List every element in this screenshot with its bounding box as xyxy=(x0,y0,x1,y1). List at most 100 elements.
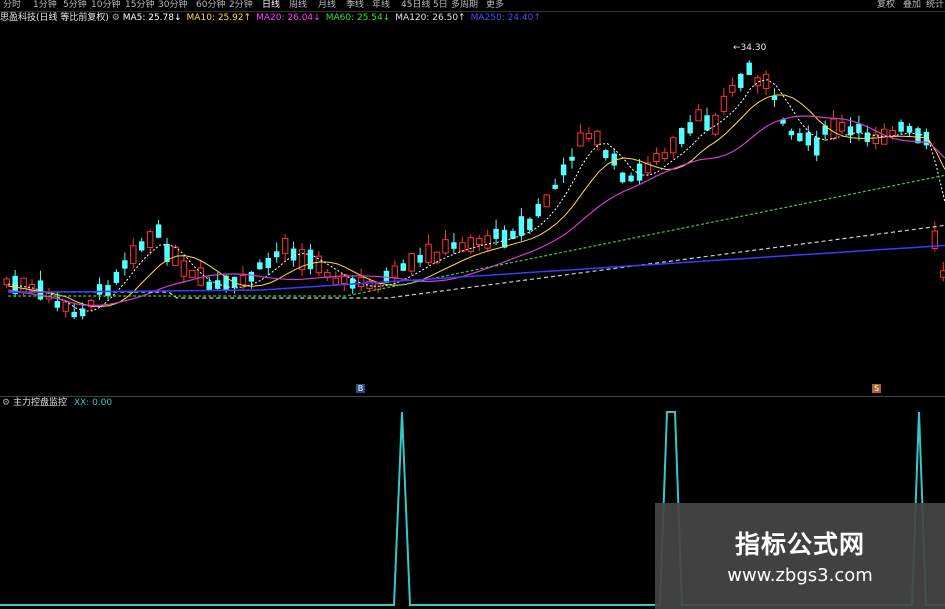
period-tab-15[interactable]: 多周期 xyxy=(451,0,478,11)
candle xyxy=(628,172,634,183)
candle xyxy=(814,130,820,162)
buy-marker[interactable]: B xyxy=(356,384,365,393)
candle xyxy=(695,104,702,122)
candle xyxy=(661,147,669,162)
candle xyxy=(265,252,271,276)
period-tab-11[interactable]: 季线 xyxy=(346,0,364,11)
candle xyxy=(307,244,314,275)
candle xyxy=(720,87,728,115)
toolbar-right-item-1[interactable]: 叠加 xyxy=(903,0,921,11)
candle xyxy=(864,125,871,147)
candle xyxy=(619,171,626,184)
candle xyxy=(180,254,188,284)
period-tab-13[interactable]: 45日线 xyxy=(401,0,430,11)
ma-legend-item-1: MA10: 25.92↑ xyxy=(186,13,252,23)
candle xyxy=(274,242,280,263)
candle xyxy=(856,115,862,141)
candle xyxy=(585,127,593,142)
period-tab-4[interactable]: 15分钟 xyxy=(125,0,154,11)
candle xyxy=(510,228,516,240)
watermark-url: www.zbgs3.com xyxy=(727,565,873,586)
candle xyxy=(400,259,406,272)
candle xyxy=(644,155,652,177)
candle xyxy=(762,70,770,96)
candle xyxy=(315,251,323,277)
candle xyxy=(906,123,913,137)
candle xyxy=(830,110,837,141)
period-tab-12[interactable]: 年线 xyxy=(372,0,390,11)
candle xyxy=(822,120,828,141)
candle xyxy=(838,114,846,134)
candle xyxy=(931,221,939,252)
ma-legend: 思盈科技(日线 等比前复权) ⚙ MA5: 25.78↓ MA10: 25.92↑… xyxy=(0,12,546,24)
candle xyxy=(155,219,162,239)
settings-icon[interactable]: ⚙ xyxy=(112,13,123,23)
period-tab-16[interactable]: 更多 xyxy=(486,0,504,11)
candle xyxy=(122,252,128,276)
candle xyxy=(501,225,508,249)
candle xyxy=(62,300,69,318)
period-tab-1[interactable]: 1分钟 xyxy=(33,0,57,11)
toolbar-right-item-2[interactable]: 统计 xyxy=(926,0,944,11)
sell-marker[interactable]: S xyxy=(872,384,881,393)
candlestick-chart[interactable]: ←34.30 xyxy=(0,24,945,396)
panel-divider[interactable] xyxy=(0,396,945,397)
candle xyxy=(535,198,541,218)
candle xyxy=(560,157,567,184)
candle xyxy=(687,114,693,137)
watermark-overlay: 指标公式网 www.zbgs3.com xyxy=(655,503,945,609)
period-tab-8[interactable]: 日线 xyxy=(262,0,280,11)
candle xyxy=(113,269,120,285)
ma-line xyxy=(8,244,945,294)
stock-name[interactable]: 思盈科技(日线 等比前复权) xyxy=(0,13,112,23)
candle xyxy=(788,128,795,140)
candle xyxy=(257,259,263,270)
candle xyxy=(281,233,289,262)
candle xyxy=(577,123,584,147)
ma-legend-item-0: MA5: 25.78↓ xyxy=(122,13,182,23)
ma-legend-item-5: MA250: 24.40↑ xyxy=(470,13,541,23)
candle xyxy=(290,241,297,267)
candle xyxy=(71,302,77,320)
period-tab-10[interactable]: 月线 xyxy=(318,0,336,11)
candle xyxy=(324,268,331,281)
candle xyxy=(442,229,449,256)
candle xyxy=(105,280,111,300)
period-tab-0[interactable]: 分时 xyxy=(3,0,21,11)
period-tab-9[interactable]: 周线 xyxy=(289,0,307,11)
period-tab-7[interactable]: 2分钟 xyxy=(229,0,253,11)
candle xyxy=(636,158,643,185)
indicator-name[interactable]: 主力控盘监控 xyxy=(13,398,67,408)
candle xyxy=(484,229,491,252)
ma-line xyxy=(8,115,945,307)
candle xyxy=(476,234,483,252)
candle xyxy=(433,251,441,265)
toolbar-right-item-0[interactable]: 复权 xyxy=(877,0,895,11)
candle xyxy=(298,243,306,277)
candle xyxy=(408,252,415,276)
candle xyxy=(493,219,499,245)
period-tab-14[interactable]: 5日 xyxy=(433,0,448,11)
candle xyxy=(332,271,339,286)
candle xyxy=(459,236,466,253)
candle xyxy=(374,282,382,294)
candle xyxy=(940,261,945,282)
indicator-value: XX: 0.00 xyxy=(73,398,113,408)
period-tab-6[interactable]: 60分钟 xyxy=(196,0,225,11)
candle xyxy=(569,148,575,169)
peak-price-label: ←34.30 xyxy=(733,43,767,53)
candle xyxy=(467,234,474,255)
candle xyxy=(417,247,423,267)
candle xyxy=(729,77,736,97)
candle xyxy=(12,269,18,298)
candle xyxy=(357,268,365,292)
candle xyxy=(704,107,710,132)
period-tab-5[interactable]: 30分钟 xyxy=(158,0,187,11)
candle xyxy=(552,178,558,190)
candle xyxy=(670,135,677,159)
gear-icon[interactable]: ⚙ xyxy=(2,398,10,408)
period-tab-3[interactable]: 10分钟 xyxy=(91,0,120,11)
candle xyxy=(3,276,10,289)
candle xyxy=(87,298,95,311)
period-tab-2[interactable]: 5分钟 xyxy=(63,0,87,11)
